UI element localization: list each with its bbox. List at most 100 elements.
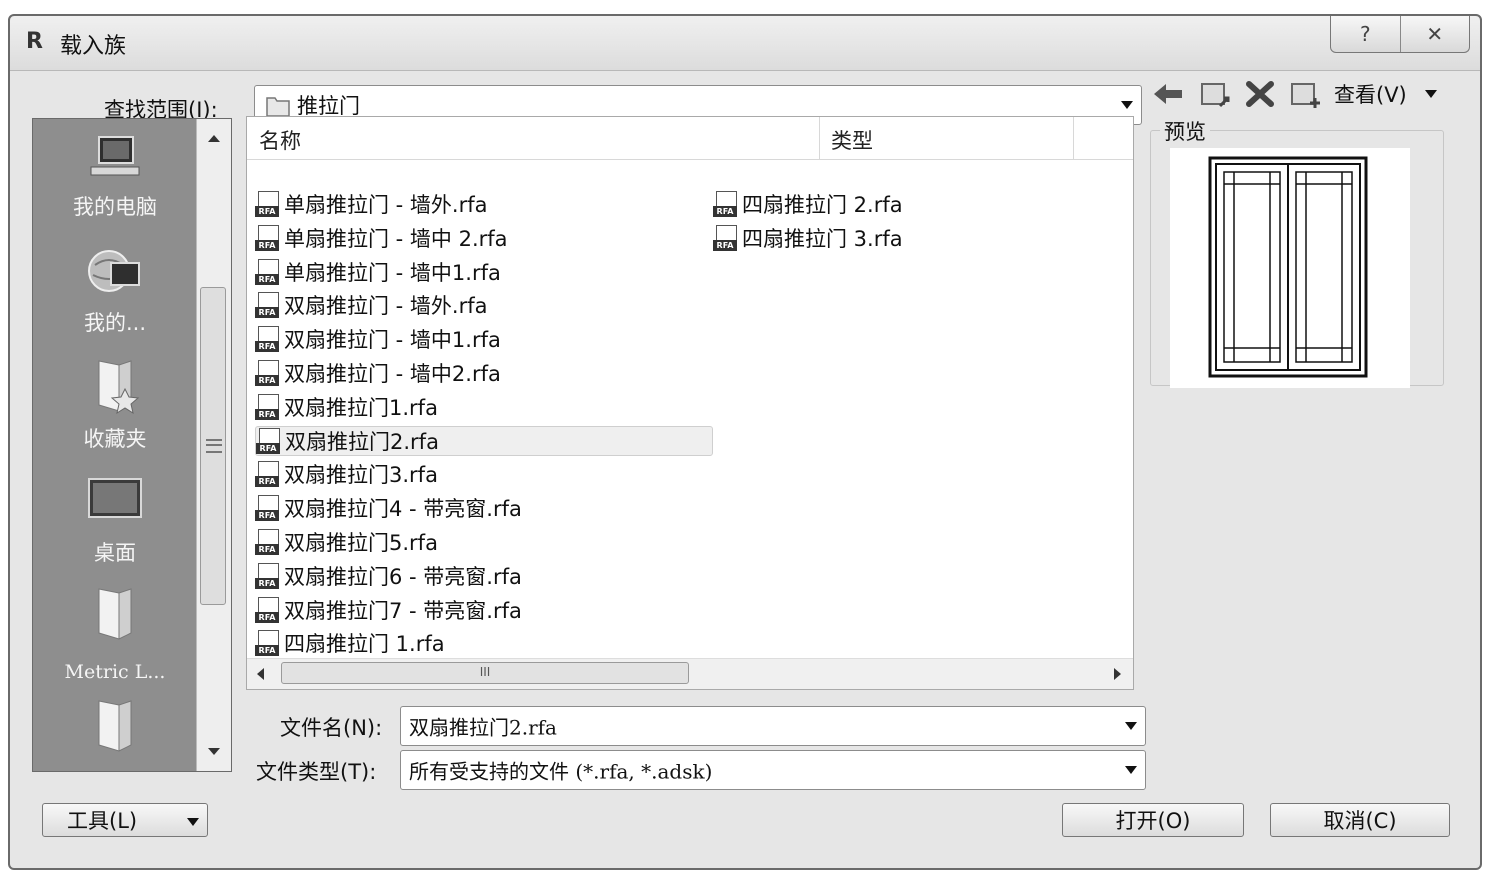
grip-icon xyxy=(206,439,222,453)
delete-button[interactable] xyxy=(1244,78,1276,110)
column-header: 名称 类型 xyxy=(247,117,1133,160)
scroll-down-icon[interactable] xyxy=(208,748,220,755)
preview-image xyxy=(1170,148,1410,388)
file-name: 单扇推拉门 - 墙中 2.rfa xyxy=(284,226,508,251)
rfa-file-icon: RFA xyxy=(255,393,281,420)
file-name: 双扇推拉门7 - 带亮窗.rfa xyxy=(284,598,522,623)
rfa-file-icon: RFA xyxy=(255,630,281,657)
rfa-file-icon: RFA xyxy=(255,191,281,217)
column-divider[interactable] xyxy=(819,117,820,159)
rfa-file-icon: RFA xyxy=(255,461,281,488)
file-name: 双扇推拉门4 - 带亮窗.rfa xyxy=(284,497,522,522)
chevron-down-icon xyxy=(187,818,199,826)
file-name: 双扇推拉门 - 墙外.rfa xyxy=(284,294,488,319)
chevron-down-icon xyxy=(1424,90,1437,98)
revit-app-icon: R xyxy=(26,29,43,54)
rfa-file-icon: RFA xyxy=(256,427,282,454)
rfa-file-icon: RFA xyxy=(255,360,281,386)
tools-button[interactable]: 工具(L) xyxy=(42,803,208,837)
places-scrollbar[interactable] xyxy=(196,119,231,771)
filename-input[interactable]: 双扇推拉门2.rfa xyxy=(400,706,1146,746)
file-name: 双扇推拉门1.rfa xyxy=(284,395,438,420)
open-label: 打开(O) xyxy=(1115,809,1191,833)
folder-icon xyxy=(98,588,132,640)
file-item[interactable]: RFA 双扇推拉门7 - 带亮窗.rfa xyxy=(255,595,522,625)
rfa-file-icon: RFA xyxy=(713,224,739,251)
file-name: 单扇推拉门 - 墙中1.rfa xyxy=(284,260,501,285)
scroll-left-icon[interactable] xyxy=(257,668,264,680)
view-menu-label: 查看(V) xyxy=(1334,83,1407,107)
up-folder-button[interactable] xyxy=(1198,78,1232,110)
close-icon: ✕ xyxy=(1426,22,1444,46)
file-name: 双扇推拉门6 - 带亮窗.rfa xyxy=(284,564,522,589)
chevron-down-icon[interactable] xyxy=(1125,722,1137,730)
column-name[interactable]: 名称 xyxy=(259,125,301,155)
view-menu-button[interactable]: 查看(V) xyxy=(1334,79,1437,109)
chevron-down-icon[interactable] xyxy=(1121,101,1133,109)
scroll-thumb[interactable]: III xyxy=(281,662,689,684)
rfa-file-icon: RFA xyxy=(255,495,281,522)
place-network[interactable]: 我的... xyxy=(33,243,197,337)
place-metric-library[interactable]: Metric L... xyxy=(33,583,197,683)
open-button[interactable]: 打开(O) xyxy=(1062,803,1244,837)
nav-toolbar: 查看(V) xyxy=(1150,76,1449,112)
place-folder[interactable] xyxy=(33,695,197,755)
file-item[interactable]: RFA 双扇推拉门 - 墙中2.rfa xyxy=(255,358,501,388)
rfa-file-icon: RFA xyxy=(255,596,281,623)
file-item[interactable]: RFA 双扇推拉门 - 墙中1.rfa xyxy=(255,324,501,354)
column-type[interactable]: 类型 xyxy=(831,125,873,155)
filetype-label: 文件类型(T): xyxy=(256,760,377,784)
window-controls: ? ✕ xyxy=(1330,16,1470,53)
up-folder-icon xyxy=(1201,83,1230,108)
rfa-file-icon: RFA xyxy=(255,562,281,589)
new-folder-button[interactable] xyxy=(1288,78,1322,110)
file-item[interactable]: RFA 双扇推拉门2.rfa xyxy=(255,425,713,456)
filename-label: 文件名(N): xyxy=(280,716,383,740)
back-button[interactable] xyxy=(1150,79,1186,109)
column-divider[interactable] xyxy=(1073,117,1074,159)
file-item[interactable]: RFA 双扇推拉门6 - 带亮窗.rfa xyxy=(255,561,522,591)
file-name: 四扇推拉门 2.rfa xyxy=(742,193,903,217)
horizontal-scrollbar[interactable]: III xyxy=(247,658,1133,689)
file-name: 四扇推拉门 1.rfa xyxy=(284,632,445,657)
rfa-file-icon: RFA xyxy=(255,224,281,251)
filename-value: 双扇推拉门2.rfa xyxy=(409,715,557,740)
file-item[interactable]: RFA 四扇推拉门 2.rfa xyxy=(713,189,903,219)
place-label: Metric L... xyxy=(64,661,166,683)
filetype-select[interactable]: 所有受支持的文件 (*.rfa, *.adsk) xyxy=(400,750,1146,790)
file-item[interactable]: RFA 双扇推拉门 - 墙外.rfa xyxy=(255,290,488,320)
place-label: 我的... xyxy=(83,311,147,335)
file-item[interactable]: RFA 单扇推拉门 - 墙中 2.rfa xyxy=(255,223,508,253)
file-name: 单扇推拉门 - 墙外.rfa xyxy=(284,193,488,217)
file-item[interactable]: RFA 四扇推拉门 3.rfa xyxy=(713,223,903,253)
chevron-down-icon[interactable] xyxy=(1125,766,1137,774)
cancel-button[interactable]: 取消(C) xyxy=(1270,803,1450,837)
tools-label: 工具(L) xyxy=(67,809,138,833)
window-title: 载入族 xyxy=(60,34,127,59)
help-button[interactable]: ? xyxy=(1331,16,1400,52)
cancel-label: 取消(C) xyxy=(1323,809,1397,833)
rfa-file-icon: RFA xyxy=(255,258,281,285)
place-label: 我的电脑 xyxy=(73,195,157,219)
place-my-computer[interactable]: 我的电脑 xyxy=(33,131,197,221)
file-name: 四扇推拉门 3.rfa xyxy=(742,226,903,251)
place-desktop[interactable]: 桌面 xyxy=(33,475,197,567)
file-item[interactable]: RFA 双扇推拉门5.rfa xyxy=(255,527,438,557)
filetype-value: 所有受支持的文件 (*.rfa, *.adsk) xyxy=(409,759,713,784)
file-item[interactable]: RFA 单扇推拉门 - 墙外.rfa xyxy=(255,189,488,219)
close-button[interactable]: ✕ xyxy=(1399,16,1470,52)
file-item[interactable]: RFA 双扇推拉门4 - 带亮窗.rfa xyxy=(255,493,522,523)
place-label: 桌面 xyxy=(94,541,136,565)
scroll-right-icon[interactable] xyxy=(1114,668,1121,680)
file-name: 双扇推拉门 - 墙中2.rfa xyxy=(284,362,501,386)
scroll-up-icon[interactable] xyxy=(208,135,220,142)
file-item[interactable]: RFA 双扇推拉门1.rfa xyxy=(255,392,438,422)
new-folder-icon xyxy=(1291,83,1320,108)
file-item[interactable]: RFA 单扇推拉门 - 墙中1.rfa xyxy=(255,257,501,287)
place-favorites[interactable]: 收藏夹 xyxy=(33,355,197,453)
place-label: 收藏夹 xyxy=(83,427,147,451)
file-item[interactable]: RFA 双扇推拉门3.rfa xyxy=(255,459,438,489)
file-name: 双扇推拉门 - 墙中1.rfa xyxy=(284,328,501,353)
folder-icon xyxy=(266,97,290,117)
file-item[interactable]: RFA 四扇推拉门 1.rfa xyxy=(255,628,445,658)
